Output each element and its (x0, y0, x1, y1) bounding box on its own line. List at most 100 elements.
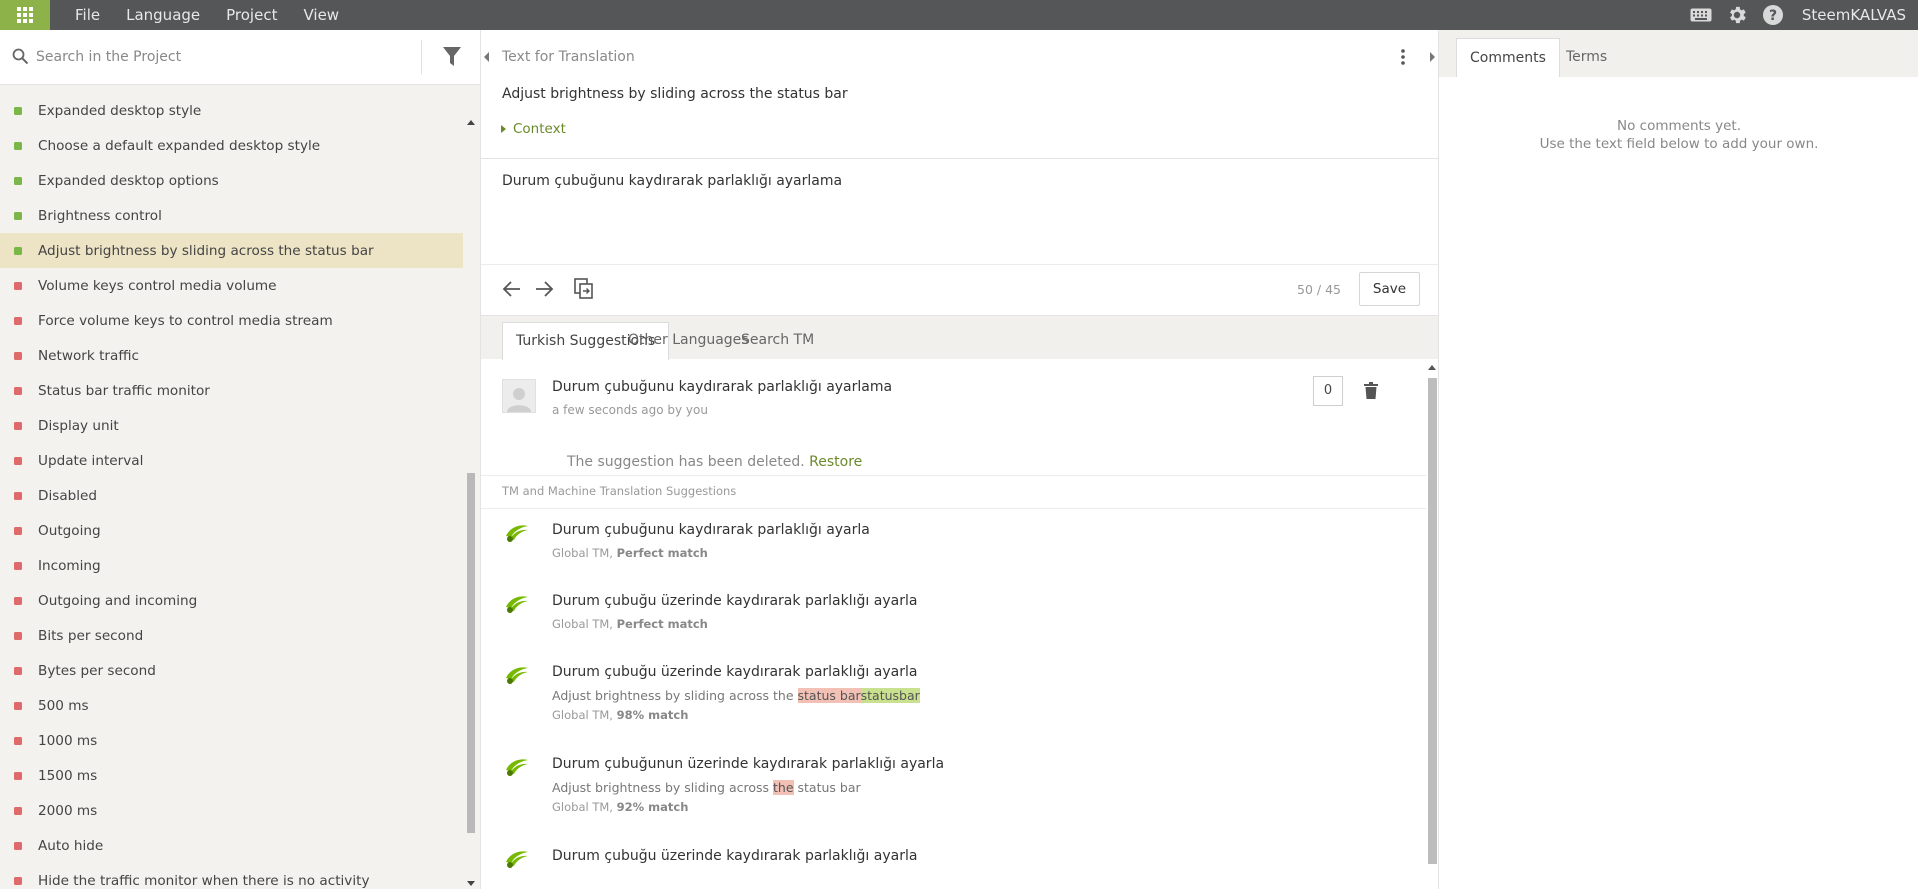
divider (421, 40, 422, 74)
scroll-up-icon[interactable] (1428, 365, 1436, 370)
string-list-item[interactable]: Status bar traffic monitor (0, 373, 463, 408)
string-list-item[interactable]: Hide the traffic monitor when there is n… (0, 863, 463, 889)
collapse-right-icon[interactable] (1430, 52, 1435, 62)
tm-logo-icon (504, 595, 530, 619)
untranslated-status-icon (14, 806, 22, 815)
translation-input[interactable]: Durum çubuğunu kaydırarak parlaklığı aya… (502, 173, 1402, 263)
string-list-item[interactable]: Update interval (0, 443, 463, 478)
scroll-thumb[interactable] (467, 473, 475, 833)
tm-translation: Durum çubuğunun üzerinde kaydırarak parl… (552, 756, 945, 772)
context-label: Context (513, 121, 566, 137)
next-arrow-icon[interactable] (534, 280, 554, 302)
untranslated-status-icon (14, 316, 22, 325)
string-list-item[interactable]: 2000 ms (0, 793, 463, 828)
tm-suggestion[interactable]: Durum çubuğunu kaydırarak parlaklığı aya… (502, 522, 1402, 572)
user-suggestion: Durum çubuğunu kaydırarak parlaklığı aya… (502, 376, 1402, 470)
string-list-item-label: Update interval (38, 452, 144, 469)
tab-search-tm[interactable]: Search TM (728, 322, 827, 360)
untranslated-status-icon (14, 841, 22, 850)
collapse-left-icon[interactable] (484, 52, 489, 62)
help-icon[interactable]: ? (1762, 4, 1784, 26)
string-list-item[interactable]: Outgoing (0, 513, 463, 548)
source-string: Adjust brightness by sliding across the … (502, 86, 848, 102)
string-list-item[interactable]: Adjust brightness by sliding across the … (0, 233, 463, 268)
scroll-thumb[interactable] (1428, 378, 1437, 864)
menu-file[interactable]: File (62, 0, 113, 30)
menu-view[interactable]: View (290, 0, 352, 30)
char-counter: 50 / 45 (1297, 282, 1341, 297)
tm-meta: Global TM, 92% match (552, 800, 689, 814)
string-list-item[interactable]: Incoming (0, 548, 463, 583)
string-list-item[interactable]: Outgoing and incoming (0, 583, 463, 618)
diff-deletion: status bar (797, 688, 861, 703)
tm-meta: Global TM, Perfect match (552, 617, 708, 631)
more-options-icon[interactable] (1401, 49, 1405, 69)
diff-insertion: statusbar (860, 688, 920, 703)
suggestion-meta: a few seconds ago by you (552, 403, 708, 417)
context-toggle[interactable]: Context (501, 121, 566, 137)
string-list: Expanded desktop style Choose a default e… (0, 93, 463, 889)
keyboard-icon[interactable] (1690, 8, 1712, 22)
string-list-item[interactable]: Network traffic (0, 338, 463, 373)
scroll-down-icon[interactable] (467, 881, 475, 886)
gear-icon[interactable] (1726, 4, 1748, 26)
tm-suggestion[interactable]: Durum çubuğu üzerinde kaydırarak parlakl… (502, 848, 1402, 888)
user-name[interactable]: SteemKALVAS (1802, 6, 1906, 24)
string-list-item-label: Volume keys control media volume (38, 277, 277, 294)
untranslated-status-icon (14, 281, 22, 290)
string-list-item[interactable]: 1000 ms (0, 723, 463, 758)
tab-terms[interactable]: Terms (1553, 38, 1620, 77)
editor-panel: Text for Translation Adjust brightness b… (480, 30, 1439, 889)
tm-suggestion[interactable]: Durum çubuğu üzerinde kaydırarak parlakl… (502, 593, 1402, 643)
string-list-item[interactable]: Expanded desktop options (0, 163, 463, 198)
search-bar (0, 30, 480, 85)
string-list-item[interactable]: Expanded desktop style (0, 93, 463, 128)
vote-count[interactable]: 0 (1313, 376, 1343, 406)
string-list-item[interactable]: Force volume keys to control media strea… (0, 303, 463, 338)
menu-project[interactable]: Project (213, 0, 290, 30)
tm-source-diff: Adjust brightness by sliding across the … (552, 688, 920, 703)
scroll-up-icon[interactable] (467, 120, 475, 125)
string-list-item-label: Status bar traffic monitor (38, 382, 210, 399)
tm-suggestion[interactable]: Durum çubuğu üzerinde kaydırarak parlakl… (502, 664, 1402, 729)
tm-translation: Durum çubuğunu kaydırarak parlaklığı aya… (552, 522, 870, 538)
top-bar: File Language Project View ? SteemKALVAS (0, 0, 1918, 30)
editor-toolbar: 50 / 45 Save (481, 265, 1439, 315)
string-list-item[interactable]: 1500 ms (0, 758, 463, 793)
tab-comments[interactable]: Comments (1456, 38, 1560, 77)
string-list-item-label: Disabled (38, 487, 98, 504)
restore-link[interactable]: Restore (809, 454, 862, 470)
menu-language[interactable]: Language (113, 0, 213, 30)
previous-arrow-icon[interactable] (502, 280, 522, 302)
string-list-item[interactable]: Auto hide (0, 828, 463, 863)
tm-suggestion[interactable]: Durum çubuğunun üzerinde kaydırarak parl… (502, 756, 1402, 821)
string-list-item[interactable]: Volume keys control media volume (0, 268, 463, 303)
string-list-item[interactable]: Disabled (0, 478, 463, 513)
search-input[interactable] (36, 44, 416, 70)
tm-section-header: TM and Machine Translation Suggestions (502, 484, 737, 498)
string-list-item[interactable]: Brightness control (0, 198, 463, 233)
string-list-item-label: Outgoing and incoming (38, 592, 198, 609)
untranslated-status-icon (14, 596, 22, 605)
right-tabs: Comments Terms (1439, 30, 1918, 77)
string-list-item[interactable]: 500 ms (0, 688, 463, 723)
tm-logo-icon (504, 850, 530, 874)
string-list-item[interactable]: Bytes per second (0, 653, 463, 688)
string-list-item-label: 500 ms (38, 697, 89, 714)
string-list-item[interactable]: Bits per second (0, 618, 463, 653)
apps-grid-icon[interactable] (0, 0, 50, 30)
save-button[interactable]: Save (1359, 272, 1420, 306)
suggestion-tabs: Turkish Suggestions Other Languages Sear… (481, 315, 1439, 360)
string-list-item[interactable]: Choose a default expanded desktop style (0, 128, 463, 163)
trash-icon[interactable] (1364, 382, 1378, 403)
string-list-item[interactable]: Display unit (0, 408, 463, 443)
suggestion-text[interactable]: Durum çubuğunu kaydırarak parlaklığı aya… (552, 379, 892, 395)
string-list-item-label: Auto hide (38, 837, 104, 854)
empty-line-2: Use the text field below to add your own… (1539, 136, 1819, 152)
tm-meta: Global TM, 98% match (552, 708, 689, 722)
filter-icon[interactable] (443, 47, 461, 71)
avatar (502, 379, 536, 413)
untranslated-status-icon (14, 421, 22, 430)
left-scrollbar[interactable] (465, 85, 477, 889)
copy-source-icon[interactable] (574, 278, 594, 304)
